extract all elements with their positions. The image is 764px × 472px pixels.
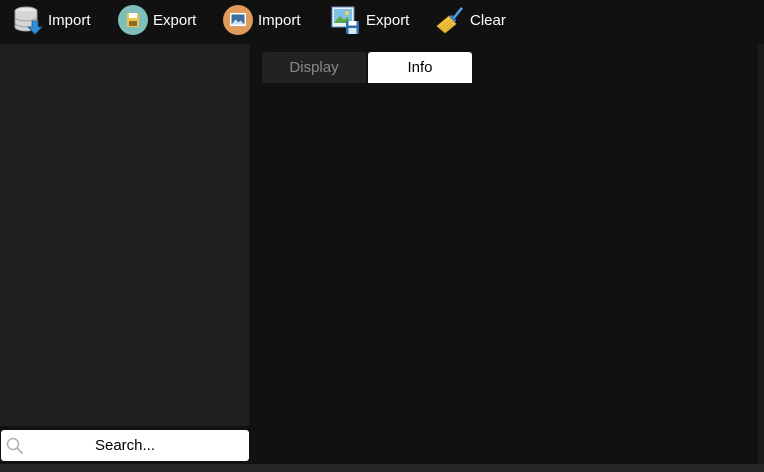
import-database-label: Import — [48, 11, 91, 29]
search-icon — [5, 436, 25, 456]
import-image-button[interactable]: Import — [222, 3, 301, 37]
export-save-button[interactable]: Export — [117, 3, 196, 37]
tab-display[interactable]: Display — [262, 52, 366, 83]
search-box[interactable] — [1, 429, 249, 462]
import-image-label: Import — [258, 11, 301, 29]
database-import-icon — [12, 4, 44, 36]
export-save-label: Export — [153, 11, 197, 29]
toolbar: Import Export Import Export Clear — [0, 0, 764, 40]
image-import-icon — [222, 4, 254, 36]
clear-label: Clear — [470, 11, 506, 29]
tab-info[interactable]: Info — [368, 52, 472, 83]
file-list-panel[interactable] — [0, 44, 250, 426]
tab-bar: Display Info — [262, 52, 472, 83]
import-database-button[interactable]: Import — [12, 3, 91, 37]
image-export-icon — [330, 4, 362, 36]
save-disk-icon — [117, 4, 149, 36]
export-image-label: Export — [366, 11, 410, 29]
content-edge — [758, 44, 764, 464]
broom-clear-icon — [434, 4, 466, 36]
status-strip — [0, 464, 764, 472]
clear-button[interactable]: Clear — [434, 3, 506, 37]
export-image-button[interactable]: Export — [330, 3, 409, 37]
search-input[interactable] — [23, 429, 227, 462]
